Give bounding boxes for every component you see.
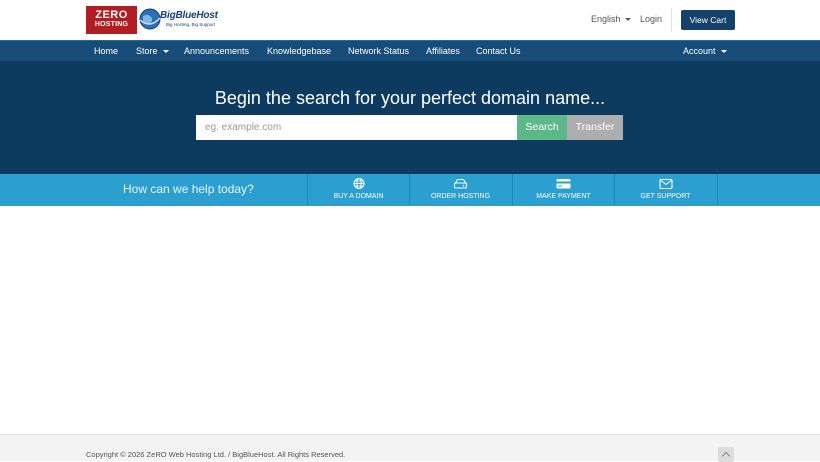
top-header: ZERO HOSTING BigBlueHost Big Hosting, Bi… (0, 0, 820, 40)
nav-network-status[interactable]: Network Status (348, 46, 409, 56)
nav-account[interactable]: Account (683, 46, 727, 56)
credit-card-icon (556, 179, 571, 189)
helpbar-divider (717, 174, 718, 206)
hdd-icon (453, 179, 468, 189)
nav-announcements[interactable]: Announcements (184, 46, 249, 56)
logo-hosting-text: HOSTING (94, 21, 129, 28)
help-shortcuts-bar: How can we help today? BUY A DOMAIN ORDE… (0, 174, 820, 206)
hero-title: Begin the search for your perfect domain… (214, 88, 606, 108)
main-navbar: Home Store Announcements Knowledgebase N… (0, 40, 820, 61)
chevron-down-icon (624, 18, 631, 22)
page-footer: Copyright © 2026 ZeRO Web Hosting Ltd. /… (0, 434, 820, 462)
order-hosting-label: ORDER HOSTING (430, 193, 491, 200)
nav-contact-us[interactable]: Contact Us (476, 46, 521, 56)
transfer-button[interactable]: Transfer (567, 115, 623, 140)
order-hosting-link[interactable]: ORDER HOSTING (409, 174, 511, 206)
nav-home[interactable]: Home (94, 46, 118, 56)
nav-store-label: Store (136, 46, 158, 56)
nav-affiliates[interactable]: Affiliates (426, 46, 460, 56)
logo-brand-name: BigBlueHost (160, 10, 218, 21)
login-link[interactable]: Login (640, 14, 662, 24)
make-payment-label: MAKE PAYMENT (536, 193, 591, 200)
buy-domain-label: BUY A DOMAIN (333, 193, 384, 200)
logo-tagline: Big Hosting, Big Support (166, 22, 216, 27)
copyright-text: Copyright © 2026 ZeRO Web Hosting Ltd. /… (86, 450, 346, 459)
buy-domain-link[interactable]: BUY A DOMAIN (307, 174, 409, 206)
make-payment-link[interactable]: MAKE PAYMENT (512, 174, 614, 206)
get-support-label: GET SUPPORT (640, 193, 691, 200)
zero-hosting-logo[interactable]: ZERO HOSTING (86, 6, 137, 34)
get-support-link[interactable]: GET SUPPORT (614, 174, 716, 206)
nav-knowledgebase[interactable]: Knowledgebase (267, 46, 331, 56)
bigbluehost-logo[interactable]: BigBlueHost Big Hosting, Big Support (138, 7, 220, 33)
header-divider (671, 8, 672, 32)
nav-account-label: Account (683, 46, 716, 56)
search-button[interactable]: Search (517, 115, 567, 140)
back-to-top-button[interactable] (718, 447, 734, 462)
language-label: English (591, 14, 621, 24)
envelope-icon (659, 178, 673, 189)
chevron-down-icon (162, 50, 169, 54)
language-selector[interactable]: English (591, 14, 631, 24)
globe-icon (353, 178, 365, 189)
chevron-down-icon (720, 50, 727, 54)
chevron-up-icon (721, 451, 731, 461)
nav-store[interactable]: Store (136, 46, 169, 56)
domain-search-hero: Begin the search for your perfect domain… (0, 61, 820, 174)
globe-logo-icon (139, 8, 161, 30)
view-cart-button[interactable]: View Cart (681, 10, 735, 30)
help-title: How can we help today? (123, 182, 254, 196)
domain-search-input[interactable]: eg. example.com (196, 115, 517, 140)
logo-zero-text: ZERO (95, 9, 128, 21)
